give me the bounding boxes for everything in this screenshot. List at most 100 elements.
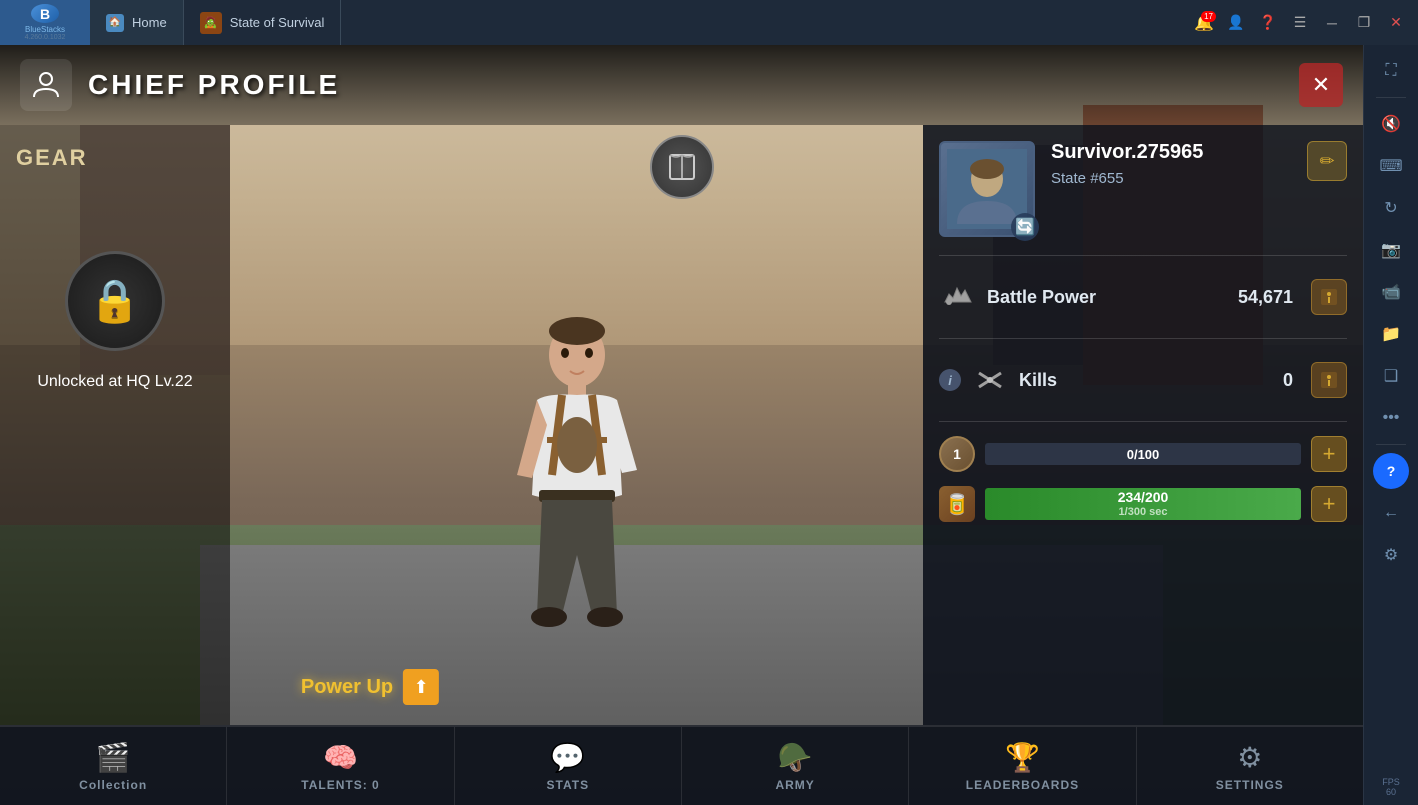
right-sidebar: ⛶ 🔇 ⌨ ↻ 📷 📹 📁 ❑ ••• ? ← ⚙ FPS 60 <box>1363 45 1418 805</box>
rotate-icon[interactable]: ↻ <box>1373 190 1409 226</box>
collection-icon: 🎬 <box>96 741 131 774</box>
gear-unlock-text: Unlocked at HQ Lv.22 <box>37 371 192 393</box>
avatar-refresh-button[interactable]: 🔄 <box>1011 213 1039 241</box>
home-tab-icon: 🏠 <box>106 14 124 32</box>
divider-1 <box>939 255 1347 256</box>
nav-leaderboards[interactable]: 🏆 LEADERBOARDS <box>909 727 1136 805</box>
character-figure <box>437 265 717 725</box>
level-badge: 1 <box>939 436 975 472</box>
profile-title: CHIEF PROFILE <box>88 69 340 101</box>
bs-name: BlueStacks <box>25 25 65 34</box>
help-circle-icon[interactable]: ? <box>1373 453 1409 489</box>
food-icon: 🥫 <box>939 486 975 522</box>
account-icon[interactable]: 👤 <box>1222 9 1250 37</box>
gear-panel: GEAR 🔒 Unlocked at HQ Lv.22 <box>0 125 230 725</box>
kills-row: i Kills 0 <box>939 353 1347 407</box>
army-label: ARMY <box>775 778 814 792</box>
nav-settings[interactable]: ⚙ SETTINGS <box>1137 727 1363 805</box>
battle-power-icon <box>939 278 977 316</box>
notification-bell[interactable]: 🔔 17 <box>1190 9 1218 37</box>
home-tab-label: Home <box>132 15 167 30</box>
talents-icon: 🧠 <box>323 741 358 774</box>
profile-username: Survivor.275965 <box>1051 141 1295 164</box>
profile-state: State #655 <box>1051 170 1295 187</box>
leaderboards-icon: 🏆 <box>1005 741 1040 774</box>
back-arrow-icon[interactable]: ← <box>1373 495 1409 531</box>
battle-power-row: Battle Power 54,671 <box>939 270 1347 324</box>
sidebar-divider-1 <box>1376 97 1406 98</box>
screenshot-icon[interactable]: 📷 <box>1373 232 1409 268</box>
fullscreen-icon[interactable]: ⛶ <box>1373 53 1409 89</box>
divider-2 <box>939 338 1347 339</box>
level-progress-bar: 0/100 <box>985 443 1301 465</box>
character-area <box>230 125 923 725</box>
food-value-display: 234/200 1/300 sec <box>985 488 1301 520</box>
nav-talents[interactable]: 🧠 TALENTS: 0 <box>227 727 454 805</box>
battle-power-value: 54,671 <box>1238 287 1293 308</box>
minimize-button[interactable]: ─ <box>1318 9 1346 37</box>
kills-value: 0 <box>1283 370 1293 391</box>
level-add-button[interactable]: + <box>1311 436 1347 472</box>
nav-army[interactable]: 🪖 ARMY <box>682 727 909 805</box>
profile-panel: 🔄 Survivor.275965 State #655 ✏ Battle Po <box>923 125 1363 725</box>
more-options-icon[interactable]: ••• <box>1373 400 1409 436</box>
restore-button[interactable]: ❐ <box>1350 9 1378 37</box>
kills-icon <box>971 361 1009 399</box>
game-tab-label: State of Survival <box>230 15 325 30</box>
game-area: CHIEF PROFILE ✕ GEAR 🔒 Unlocked at HQ Lv… <box>0 45 1363 805</box>
profile-header-icon <box>20 59 72 111</box>
close-profile-button[interactable]: ✕ <box>1299 63 1343 107</box>
nav-collection[interactable]: 🎬 Collection <box>0 727 227 805</box>
sidebar-divider-2 <box>1376 444 1406 445</box>
food-rate: 1/300 sec <box>1119 506 1168 519</box>
bottom-navigation: 🎬 Collection 🧠 TALENTS: 0 💬 STATS 🪖 ARMY… <box>0 725 1363 805</box>
video-icon[interactable]: 📹 <box>1373 274 1409 310</box>
tab-home[interactable]: 🏠 Home <box>90 0 184 45</box>
kills-detail-button[interactable] <box>1311 362 1347 398</box>
fps-counter: FPS 60 <box>1382 777 1400 797</box>
folder-icon[interactable]: 📁 <box>1373 316 1409 352</box>
level-progress-row: 1 0/100 + <box>939 436 1347 472</box>
help-icon[interactable]: ❓ <box>1254 9 1282 37</box>
food-bar: 234/200 1/300 sec <box>985 488 1301 520</box>
power-up-icon: ⬆ <box>403 669 439 705</box>
tab-game[interactable]: 🧟 State of Survival <box>184 0 342 45</box>
profile-info: Survivor.275965 State #655 <box>1051 141 1295 187</box>
profile-header: CHIEF PROFILE ✕ <box>0 45 1363 125</box>
kills-info-badge[interactable]: i <box>939 369 961 391</box>
window-controls: 🔔 17 👤 ❓ ☰ ─ ❐ ✕ <box>1190 9 1418 37</box>
battle-power-detail-button[interactable] <box>1311 279 1347 315</box>
power-up-button[interactable]: Power Up ⬆ <box>301 669 439 705</box>
gear-title: GEAR <box>16 145 88 171</box>
bluestacks-logo: B BlueStacks 4.260.0.1032 <box>0 0 90 45</box>
power-up-label: Power Up <box>301 676 393 699</box>
gear-lock-icon: 🔒 <box>65 251 165 351</box>
bs-icon: B <box>31 4 59 23</box>
sound-icon[interactable]: 🔇 <box>1373 106 1409 142</box>
settings-gear-icon[interactable]: ⚙ <box>1373 537 1409 573</box>
food-add-button[interactable]: + <box>1311 486 1347 522</box>
army-icon: 🪖 <box>778 741 813 774</box>
collection-label: Collection <box>79 778 147 792</box>
edit-profile-button[interactable]: ✏ <box>1307 141 1347 181</box>
game-tab-icon: 🧟 <box>200 12 222 34</box>
stats-icon: 💬 <box>550 741 585 774</box>
stats-label: STATS <box>547 778 590 792</box>
keyboard-icon[interactable]: ⌨ <box>1373 148 1409 184</box>
layers-icon[interactable]: ❑ <box>1373 358 1409 394</box>
settings-label: SETTINGS <box>1216 778 1284 792</box>
close-button[interactable]: ✕ <box>1382 9 1410 37</box>
titlebar: B BlueStacks 4.260.0.1032 🏠 Home 🧟 State… <box>0 0 1418 45</box>
settings-icon: ⚙ <box>1237 741 1262 774</box>
food-resource-row: 🥫 234/200 1/300 sec + <box>939 486 1347 522</box>
nav-stats[interactable]: 💬 STATS <box>455 727 682 805</box>
level-progress-text: 0/100 <box>985 443 1301 465</box>
bs-version: 4.260.0.1032 <box>25 34 66 41</box>
menu-icon[interactable]: ☰ <box>1286 9 1314 37</box>
leaderboards-label: LEADERBOARDS <box>966 778 1079 792</box>
notification-count: 17 <box>1201 11 1216 22</box>
divider-3 <box>939 421 1347 422</box>
main-container: CHIEF PROFILE ✕ GEAR 🔒 Unlocked at HQ Lv… <box>0 45 1418 805</box>
avatar-wrap: 🔄 <box>939 141 1039 241</box>
profile-header-row: 🔄 Survivor.275965 State #655 ✏ <box>939 141 1347 241</box>
